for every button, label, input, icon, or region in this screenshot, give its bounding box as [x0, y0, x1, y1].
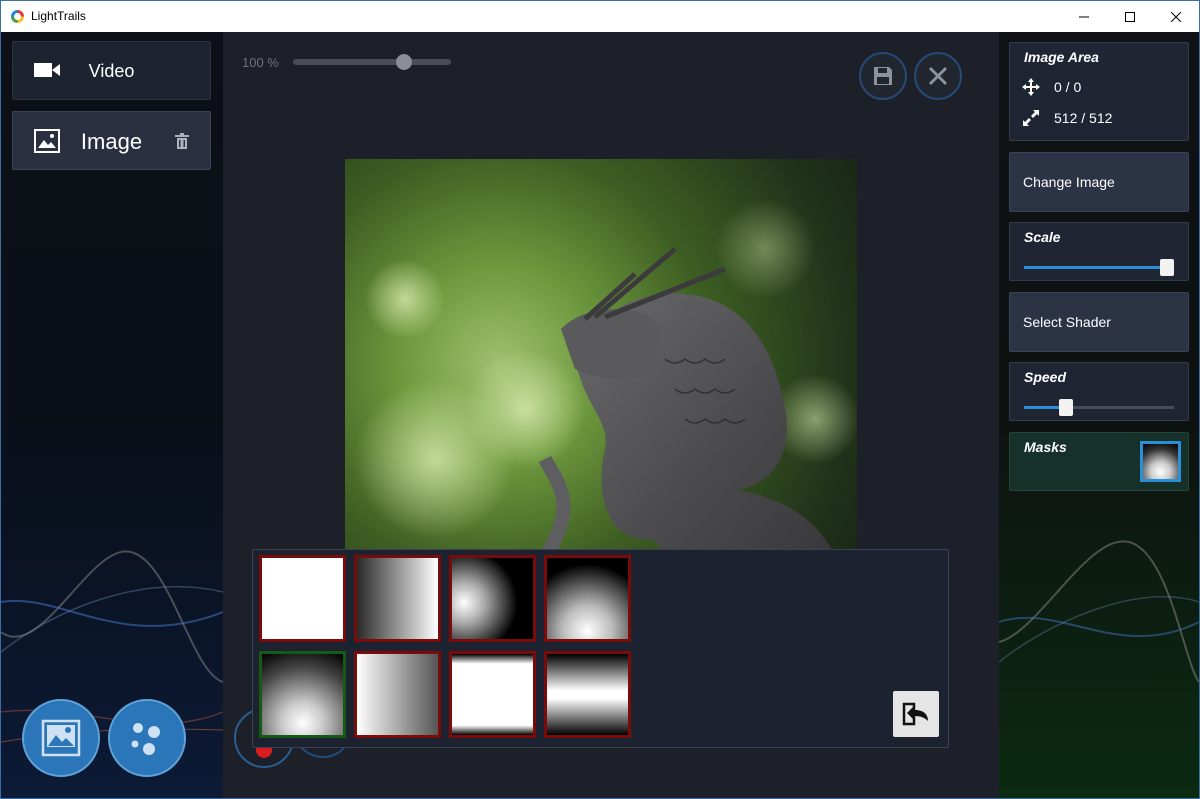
select-shader-label: Select Shader: [1023, 314, 1111, 330]
mask-option-radial-bottom[interactable]: [544, 555, 631, 642]
zoom-label: 100 %: [242, 55, 279, 70]
light-trails-decoration: [999, 540, 1199, 683]
image-area-panel: Image Area 0 / 0 512 / 512: [1009, 42, 1189, 141]
image-button[interactable]: Image: [12, 111, 211, 170]
return-arrow-icon: [902, 702, 928, 726]
particles-icon: [131, 723, 160, 755]
mask-option-horizontal-gradient-soft[interactable]: [354, 651, 441, 738]
speed-panel: Speed: [1009, 362, 1189, 421]
close-editor-button[interactable]: [914, 52, 962, 100]
move-arrows-icon: [1022, 78, 1040, 96]
maximize-icon: [1125, 11, 1135, 22]
left-panel: Video Image: [1, 32, 223, 798]
change-image-button[interactable]: Change Image: [1009, 152, 1189, 212]
scale-slider[interactable]: [1024, 259, 1174, 276]
image-area-title: Image Area: [1024, 49, 1099, 65]
editor-area: 100 %: [223, 32, 999, 798]
save-button[interactable]: [859, 52, 907, 100]
image-icon: [41, 719, 81, 757]
position-value: 0 / 0: [1054, 79, 1082, 95]
masks-title: Masks: [1024, 439, 1067, 455]
mask-option-vertical-band-white[interactable]: [449, 651, 536, 738]
size-value: 512 / 512: [1054, 110, 1113, 126]
back-button[interactable]: [893, 691, 939, 737]
change-image-label: Change Image: [1023, 174, 1115, 190]
mask-option-radial-left[interactable]: [449, 555, 536, 642]
speed-slider[interactable]: [1024, 399, 1174, 416]
position-row: 0 / 0: [1022, 78, 1081, 96]
maximize-button[interactable]: [1107, 1, 1153, 32]
speed-title: Speed: [1024, 369, 1067, 385]
app-logo-icon: [11, 10, 24, 23]
trash-icon[interactable]: [175, 133, 189, 150]
video-label: Video: [88, 61, 135, 81]
add-image-round-button[interactable]: [22, 699, 100, 777]
minimize-button[interactable]: [1061, 1, 1107, 32]
zoom-slider[interactable]: [293, 54, 451, 70]
video-button[interactable]: Video: [12, 41, 211, 100]
window-title: LightTrails: [31, 9, 86, 23]
mask-option-solid-white[interactable]: [259, 555, 346, 642]
particles-round-button[interactable]: [108, 699, 186, 777]
resize-icon: [1023, 110, 1039, 126]
size-row: 512 / 512: [1022, 109, 1112, 127]
app-window: LightTrails Video Image 100 % Image Area…: [0, 0, 1200, 799]
scale-panel: Scale: [1009, 222, 1189, 281]
scale-slider-thumb[interactable]: [1159, 259, 1174, 276]
right-panel: Image Area 0 / 0 512 / 512 Change Image …: [999, 32, 1199, 798]
speed-slider-thumb[interactable]: [1059, 399, 1073, 416]
mask-option-horizontal-band[interactable]: [544, 651, 631, 738]
zoom-slider-thumb[interactable]: [395, 54, 412, 70]
save-icon: [874, 67, 892, 85]
minimize-icon: [1079, 16, 1089, 17]
close-icon: [928, 66, 948, 86]
current-mask-thumbnail[interactable]: [1140, 441, 1181, 482]
select-shader-button[interactable]: Select Shader: [1009, 292, 1189, 352]
close-icon: [1171, 11, 1181, 22]
close-window-button[interactable]: [1153, 1, 1199, 32]
scale-title: Scale: [1024, 229, 1061, 245]
scale-slider-fill: [1024, 266, 1167, 269]
mask-selector-popup: [252, 549, 949, 748]
mask-option-horizontal-gradient[interactable]: [354, 555, 441, 642]
mask-option-radial-bottom-soft[interactable]: [259, 651, 346, 738]
masks-panel: Masks: [1009, 432, 1189, 491]
title-bar: LightTrails: [1, 1, 1199, 32]
